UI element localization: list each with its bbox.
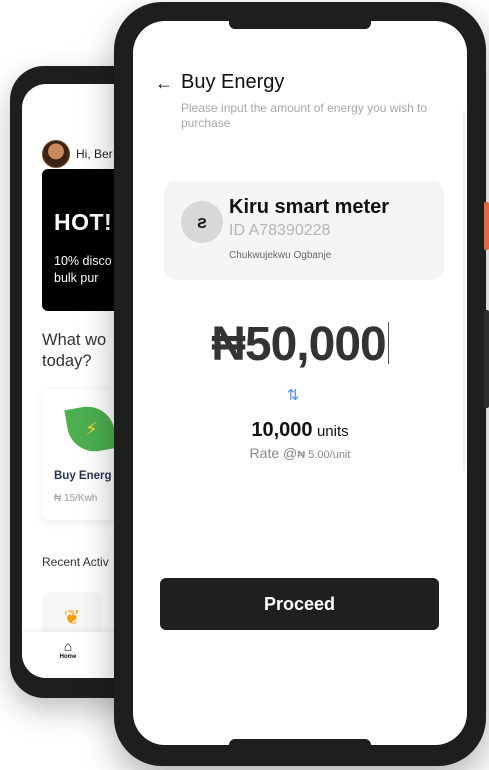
rate-prefix: Rate @ <box>249 445 298 461</box>
meter-owner: Chukwujekwu Ogbanje <box>229 250 332 261</box>
foreground-phone: ← Buy Energy Please input the amount of … <box>114 2 489 766</box>
avatar[interactable] <box>42 140 70 168</box>
amount-value[interactable]: ₦50,000 <box>211 318 386 371</box>
text-caret <box>387 322 389 364</box>
home-indicator <box>229 739 371 745</box>
card-price: ₦ 15/Kwh <box>54 493 98 504</box>
recent-activity-label: Recent Activ <box>42 555 109 569</box>
amount-input[interactable]: ₦50,000 <box>133 317 467 372</box>
home-icon: ⌂ <box>63 638 73 654</box>
page-subtitle: Please input the amount of energy you wi… <box>181 101 428 130</box>
swap-icon[interactable]: ⇅ <box>283 386 303 404</box>
units-display: 10,000 units <box>133 419 467 442</box>
scroll-indicator <box>463 111 465 471</box>
buy-energy-screen: ← Buy Energy Please input the amount of … <box>133 21 467 745</box>
meter-name: Kiru smart meter <box>229 196 390 218</box>
proceed-button[interactable]: Proceed <box>160 578 439 630</box>
meter-id: ID A78390228 <box>229 222 331 239</box>
notch <box>229 21 371 29</box>
header: ← Buy Energy <box>155 71 284 94</box>
rate-display: Rate @₦ 5.00/unit <box>133 445 467 461</box>
volume-button <box>484 310 489 408</box>
leaf-outline-icon: ❦ <box>63 606 81 629</box>
rate-value: ₦ 5.00/unit <box>297 449 351 461</box>
units-label: units <box>316 423 349 440</box>
banner-title: HOT! <box>54 209 113 235</box>
energy-leaf-icon: ⚡ <box>64 402 118 456</box>
meter-logo-icon: ƨ <box>181 201 223 243</box>
page-title: Buy Energy <box>181 71 285 93</box>
card-title: Buy Energ <box>54 470 112 482</box>
meter-card[interactable]: ƨ Kiru smart meter ID A78390228 Chukwuje… <box>164 181 444 280</box>
nav-home-label: Home <box>59 654 77 660</box>
greeting: Hi, Ber <box>42 140 113 168</box>
nav-home[interactable]: ⌂ Home <box>56 638 80 660</box>
side-button <box>484 202 489 250</box>
greeting-text: Hi, Ber <box>76 147 113 161</box>
units-value: 10,000 <box>251 419 313 441</box>
back-arrow-icon[interactable]: ← <box>155 73 173 93</box>
